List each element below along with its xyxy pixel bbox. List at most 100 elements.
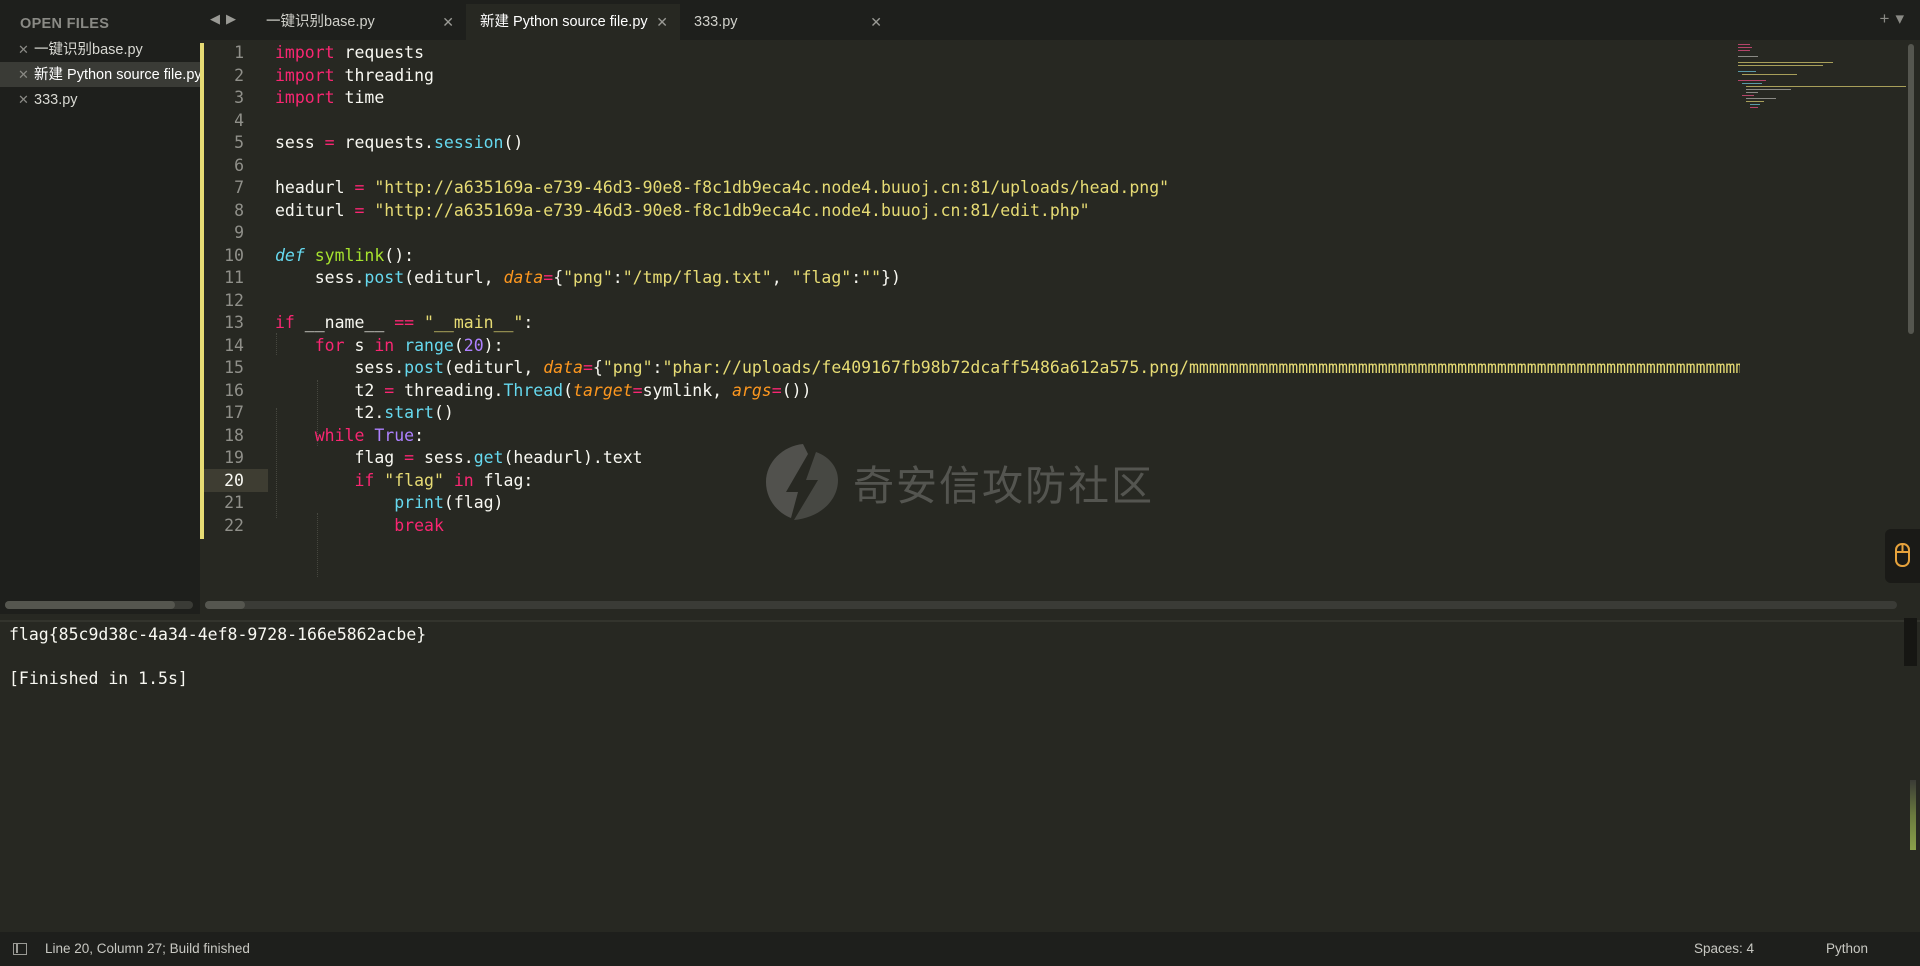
minimap-line bbox=[1746, 92, 1758, 93]
minimap-line bbox=[1742, 95, 1754, 96]
code-token: "flag" bbox=[791, 268, 852, 287]
line-number: 4 bbox=[234, 110, 244, 130]
minimap-line bbox=[1738, 50, 1750, 51]
code-token: break bbox=[394, 515, 444, 535]
code-token: data bbox=[543, 358, 583, 377]
minimap[interactable] bbox=[1736, 42, 1908, 590]
line-number: 7 bbox=[234, 178, 244, 197]
line-number: 18 bbox=[224, 425, 244, 445]
code-line: editurl = "http://a635169a-e739-46d3-90e… bbox=[275, 200, 1090, 220]
code-line: import threading bbox=[275, 65, 434, 85]
code-token: if bbox=[354, 470, 375, 490]
minimap-line bbox=[1742, 74, 1797, 75]
code-token: session bbox=[433, 133, 504, 152]
output-line-finished: [Finished in 1.5s] bbox=[9, 669, 188, 688]
new-tab-icon[interactable]: + bbox=[1880, 9, 1896, 28]
horizontal-scrollbar-thumb[interactable] bbox=[205, 601, 245, 609]
code-token: Thread bbox=[503, 380, 564, 400]
code-editor[interactable]: 1 2 3 4 5 6 7 8 9 10 11 12 13 14 15 16 1… bbox=[200, 40, 1920, 614]
output-line-flag: flag{85c9d38c-4a34-4ef8-9728-166e5862acb… bbox=[9, 625, 427, 644]
minimap-line bbox=[1738, 71, 1756, 72]
sidebar-file-label: 一键识别base.py bbox=[34, 42, 143, 58]
code-token: in bbox=[453, 470, 474, 490]
minimap-line bbox=[1738, 65, 1823, 66]
sidebar-file-label: 新建 Python source file.py bbox=[34, 67, 200, 83]
minimap-line bbox=[1746, 89, 1791, 90]
syntax-selector[interactable]: Python bbox=[1826, 932, 1868, 966]
tab-base-py[interactable]: 一键识别base.py ✕ bbox=[252, 4, 466, 40]
panel-toggle-icon[interactable] bbox=[13, 943, 27, 955]
code-line: sess.post(editurl, data={"png":"/tmp/fla… bbox=[275, 268, 901, 287]
line-number: 5 bbox=[234, 133, 244, 152]
sidebar-file-item[interactable]: ✕ 333.py bbox=[0, 87, 200, 112]
line-number: 11 bbox=[224, 268, 244, 287]
code-token: data bbox=[503, 268, 544, 287]
mouse-icon bbox=[1895, 543, 1910, 567]
code-line: t2 = threading.Thread(target=symlink, ar… bbox=[275, 380, 812, 400]
line-number-current: 20 bbox=[224, 470, 244, 490]
line-number: 14 bbox=[224, 335, 244, 355]
code-token: import bbox=[275, 65, 335, 85]
line-number: 22 bbox=[224, 515, 244, 535]
code-line: for s in range(20): bbox=[314, 335, 504, 355]
status-bar: Line 20, Column 27; Build finished Space… bbox=[0, 932, 1920, 966]
tab-label: 一键识别base.py bbox=[266, 14, 375, 30]
code-token: = bbox=[404, 448, 415, 467]
code-token: True bbox=[374, 425, 415, 445]
code-line: t2.start() bbox=[275, 403, 454, 422]
tab-python-source-file[interactable]: 新建 Python source file.py ✕ bbox=[466, 4, 680, 40]
close-icon[interactable]: ✕ bbox=[18, 62, 34, 87]
code-token: for bbox=[314, 335, 345, 355]
close-icon[interactable]: ✕ bbox=[870, 4, 882, 40]
forward-arrow-icon[interactable]: ▶ bbox=[226, 11, 242, 26]
line-number: 3 bbox=[234, 88, 244, 107]
sidebar-scrollbar[interactable] bbox=[5, 601, 193, 609]
code-token: if bbox=[275, 313, 295, 332]
sidebar: OPEN FILES ✕ 一键识别base.py ✕ 新建 Python sourc… bbox=[0, 0, 200, 614]
indentation-setting[interactable]: Spaces: 4 bbox=[1694, 932, 1754, 966]
code-line: while True: bbox=[314, 425, 425, 445]
code-token: post bbox=[364, 268, 405, 287]
output-minimap bbox=[1904, 618, 1917, 666]
code-line: flag = sess.get(headurl).text bbox=[275, 448, 643, 467]
code-token: "http://a635169a-e739-46d3-90e8-f8c1db9e… bbox=[374, 178, 1170, 197]
close-icon[interactable]: ✕ bbox=[18, 87, 34, 112]
back-arrow-icon[interactable]: ◀ bbox=[210, 11, 226, 26]
code-line: break bbox=[275, 515, 1740, 538]
sidebar-scrollbar-thumb[interactable] bbox=[5, 601, 175, 609]
code-line: if __name__ == "__main__": bbox=[275, 313, 534, 332]
code-token: 20 bbox=[463, 335, 484, 355]
code-line: import requests bbox=[275, 43, 425, 62]
tab-bar: ◀▶ 一键识别base.py ✕ 新建 Python source file.p… bbox=[200, 0, 1920, 40]
side-panel-button[interactable] bbox=[1885, 529, 1920, 583]
code-token: def bbox=[275, 245, 305, 265]
sidebar-file-item-active[interactable]: ✕ 新建 Python source file.py bbox=[0, 62, 200, 87]
code-area[interactable]: import requests import threading import … bbox=[275, 42, 1920, 537]
close-icon[interactable]: ✕ bbox=[442, 4, 454, 40]
tab-menu-icon[interactable]: ▾ bbox=[1895, 9, 1910, 28]
line-number: 13 bbox=[224, 313, 244, 332]
line-number: 16 bbox=[224, 380, 244, 400]
code-token: "png" bbox=[563, 268, 613, 287]
close-icon[interactable]: ✕ bbox=[656, 4, 668, 40]
horizontal-scrollbar[interactable] bbox=[205, 601, 1897, 609]
code-token: "png" bbox=[602, 358, 653, 377]
code-token: "__main__" bbox=[424, 313, 524, 332]
tab-navigation: ◀▶ bbox=[210, 11, 242, 27]
minimap-line bbox=[1746, 86, 1906, 87]
line-number: 19 bbox=[224, 448, 244, 467]
code-token: start bbox=[384, 403, 434, 422]
tab-333-py[interactable]: 333.py ✕ bbox=[680, 4, 894, 40]
minimap-line bbox=[1746, 101, 1764, 102]
minimap-line bbox=[1738, 80, 1766, 81]
build-output-panel[interactable]: flag{85c9d38c-4a34-4ef8-9728-166e5862acb… bbox=[0, 620, 1920, 934]
minimap-line bbox=[1738, 62, 1833, 63]
close-icon[interactable]: ✕ bbox=[18, 37, 34, 62]
sidebar-file-item[interactable]: ✕ 一键识别base.py bbox=[0, 37, 200, 62]
code-token: == bbox=[394, 313, 415, 332]
line-number: 8 bbox=[234, 200, 244, 220]
vertical-scrollbar[interactable] bbox=[1908, 44, 1914, 334]
